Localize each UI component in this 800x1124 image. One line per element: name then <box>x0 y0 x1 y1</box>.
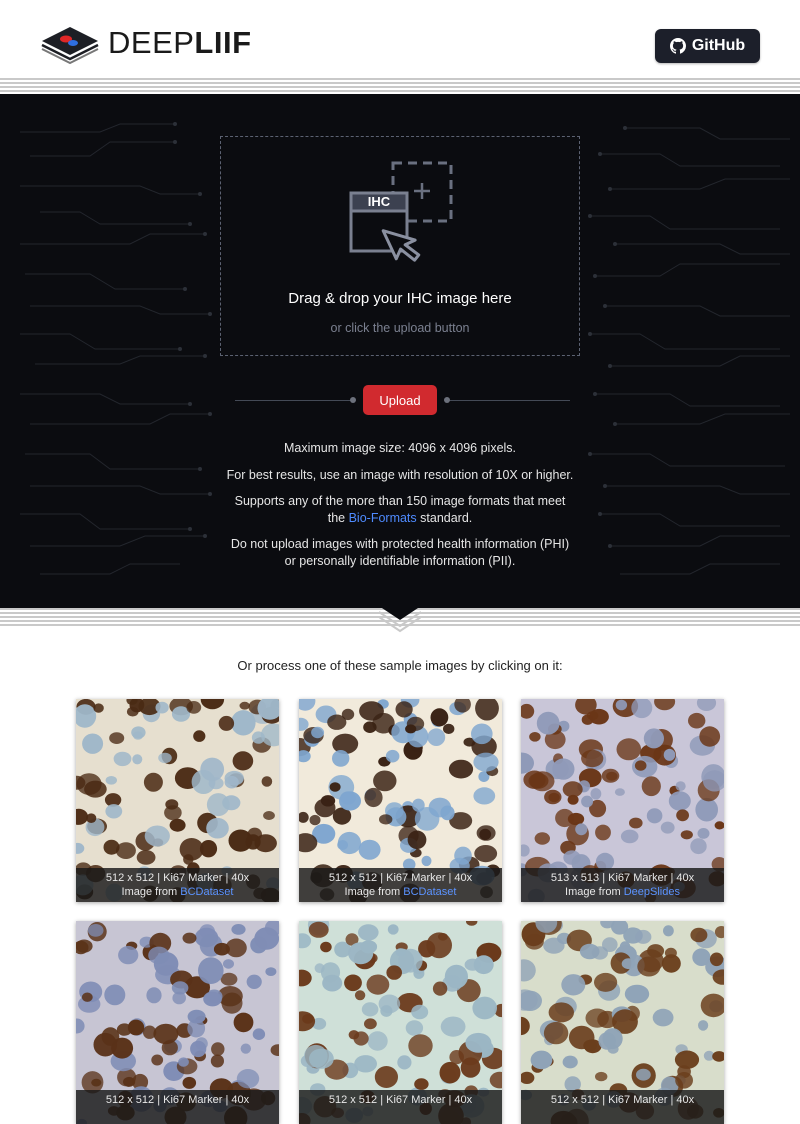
upload-divider-dot-right <box>444 397 450 403</box>
upload-button[interactable]: Upload <box>363 385 437 415</box>
sample-source-link[interactable]: DeepSlides <box>624 886 680 898</box>
logo-text-light: DEEP <box>108 25 195 60</box>
logo-mark-icon <box>41 27 99 65</box>
sample-info: 512 x 512 | Ki67 Marker | 40x <box>328 1094 473 1106</box>
sample-caption: 512 x 512 | Ki67 Marker | 40x <box>521 1090 724 1124</box>
sample-image-4[interactable]: 512 x 512 | Ki67 Marker | 40x <box>76 921 279 1124</box>
upload-divider-right <box>445 400 570 401</box>
info-max-size: Maximum image size: 4096 x 4096 pixels. <box>283 441 517 455</box>
info-formats-suffix: standard. <box>420 511 473 525</box>
bio-formats-link[interactable]: Bio-Formats <box>349 511 417 525</box>
info-privacy-line1: Do not upload images with protected heal… <box>230 537 570 551</box>
image-dropzone[interactable]: IHC Drag & drop your IHC image here or c… <box>220 136 580 356</box>
sample-image-1[interactable]: 512 x 512 | Ki67 Marker | 40x Image from… <box>76 699 279 902</box>
upload-divider-left <box>235 400 355 401</box>
sample-info: 513 x 513 | Ki67 Marker | 40x <box>550 872 695 884</box>
sample-caption: 512 x 512 | Ki67 Marker | 40x <box>76 1090 279 1124</box>
sample-source: Image from BCDataset <box>76 885 279 899</box>
sample-source-prefix: Image from <box>344 886 401 898</box>
ihc-icon-label: IHC <box>367 194 391 209</box>
info-formats: Supports any of the more than 150 image … <box>150 493 650 527</box>
dropzone-subtitle: or click the upload button <box>330 321 470 335</box>
sample-caption: 512 x 512 | Ki67 Marker | 40x Image from… <box>299 868 502 902</box>
sample-source: Image from DeepSlides <box>521 885 724 899</box>
sample-source-link[interactable]: BCDataset <box>180 886 233 898</box>
dropzone-title: Drag & drop your IHC image here <box>288 290 512 307</box>
sample-caption: 513 x 513 | Ki67 Marker | 40x Image from… <box>521 868 724 902</box>
sample-caption: 512 x 512 | Ki67 Marker | 40x <box>299 1090 502 1124</box>
sample-caption: 512 x 512 | Ki67 Marker | 40x Image from… <box>76 868 279 902</box>
info-formats-line2: the Bio-Formats standard. <box>150 510 650 527</box>
info-privacy: Do not upload images with protected heal… <box>150 536 650 570</box>
upload-divider-dot-left <box>350 397 356 403</box>
hero-notch-decoration <box>379 606 421 633</box>
deepliif-logo[interactable]: DEEPLIIF <box>40 20 252 66</box>
sample-info: 512 x 512 | Ki67 Marker | 40x <box>105 1094 250 1106</box>
header-divider <box>0 78 800 94</box>
sample-image-3[interactable]: 513 x 513 | Ki67 Marker | 40x Image from… <box>521 699 724 902</box>
sample-source-prefix: Image from <box>121 886 178 898</box>
info-formats-prefix: the <box>327 511 346 525</box>
github-icon <box>669 38 686 54</box>
logo-wordmark: DEEPLIIF <box>108 25 252 61</box>
sample-image-2[interactable]: 512 x 512 | Ki67 Marker | 40x Image from… <box>299 699 502 902</box>
github-button[interactable]: GitHub <box>655 29 760 63</box>
sample-info: 512 x 512 | Ki67 Marker | 40x <box>550 1094 695 1106</box>
ihc-upload-icon <box>349 161 453 262</box>
sample-source-link[interactable]: BCDataset <box>403 886 456 898</box>
logo-text-bold: LIIF <box>194 25 252 60</box>
sample-image-6[interactable]: 512 x 512 | Ki67 Marker | 40x <box>521 921 724 1124</box>
samples-heading: Or process one of these sample images by… <box>237 658 563 673</box>
sample-info: 512 x 512 | Ki67 Marker | 40x <box>328 872 473 884</box>
sample-source-prefix: Image from <box>565 886 621 898</box>
github-button-label: GitHub <box>691 37 746 54</box>
info-resolution: For best results, use an image with reso… <box>226 468 574 482</box>
upload-hero: IHC Drag & drop your IHC image here or c… <box>0 94 800 608</box>
site-header: DEEPLIIF GitHub <box>0 0 800 80</box>
sample-source: Image from BCDataset <box>299 885 502 899</box>
info-privacy-line2: or personally identifiable information (… <box>284 554 516 568</box>
sample-info: 512 x 512 | Ki67 Marker | 40x <box>105 872 250 884</box>
sample-image-5[interactable]: 512 x 512 | Ki67 Marker | 40x <box>299 921 502 1124</box>
info-formats-line1: Supports any of the more than 150 image … <box>234 494 566 508</box>
